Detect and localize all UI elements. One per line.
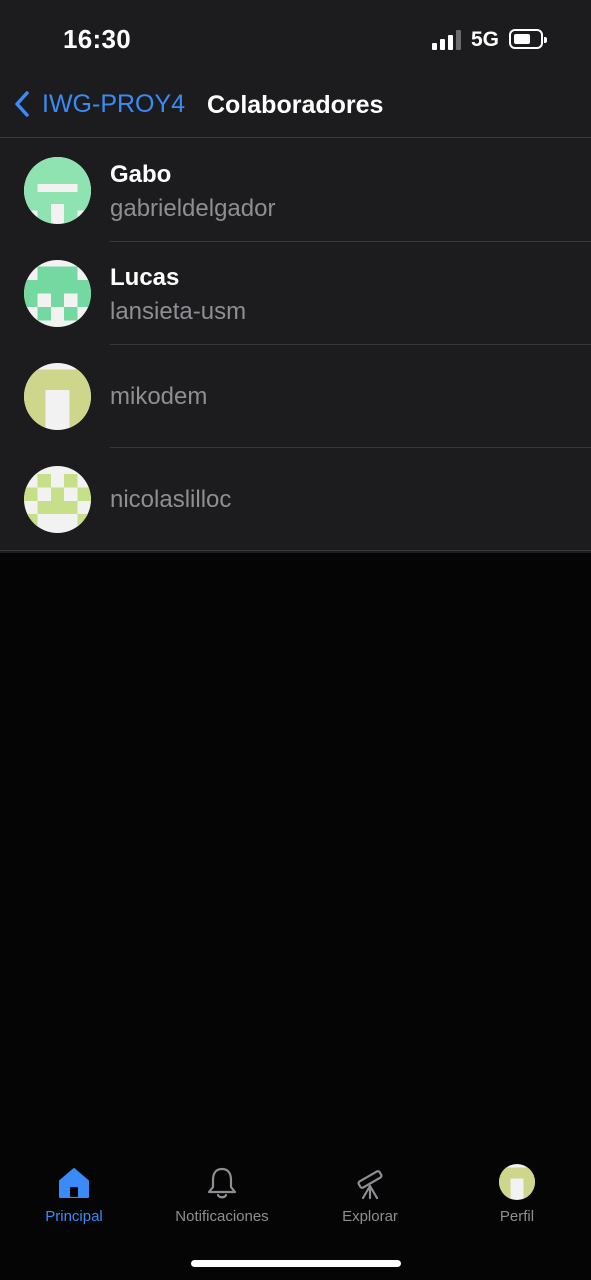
identicon-icon	[24, 157, 91, 224]
collaborator-row[interactable]: Gabo gabrieldelgador	[0, 139, 591, 242]
cellular-signal-icon	[432, 30, 462, 50]
tab-label: Perfil	[499, 1208, 535, 1225]
avatar	[24, 466, 91, 533]
avatar	[24, 157, 91, 224]
tab-label: Explorar	[342, 1208, 398, 1225]
collaborator-row[interactable]: Lucas lansieta-usm	[0, 242, 591, 345]
collaborator-login: gabrieldelgador	[110, 195, 276, 222]
home-icon	[59, 1168, 89, 1198]
navigation-bar: IWG-PROY4 Colaboradores	[0, 76, 591, 138]
status-time: 16:30	[63, 24, 131, 54]
back-button[interactable]: IWG-PROY4	[12, 84, 185, 124]
bell-icon	[207, 1167, 237, 1199]
back-button-label: IWG-PROY4	[42, 89, 186, 118]
identicon-icon	[24, 369, 91, 430]
tab-label: Notificaciones	[175, 1208, 269, 1225]
profile-avatar	[499, 1164, 535, 1200]
tab-label: Principal	[45, 1208, 103, 1225]
identicon-icon	[24, 266, 91, 321]
collaborator-login: mikodem	[110, 383, 208, 410]
collaborator-login: nicolaslilloc	[110, 486, 232, 513]
avatar	[24, 363, 91, 430]
home-indicator	[191, 1260, 401, 1267]
collaborator-row[interactable]: mikodem	[0, 345, 591, 448]
tab-notificaciones[interactable]: Notificaciones	[148, 1150, 296, 1240]
battery-icon	[509, 29, 547, 49]
network-type: 5G	[471, 28, 500, 51]
collaborator-name: Lucas	[110, 264, 180, 291]
tab-explorar[interactable]: Explorar	[296, 1150, 444, 1240]
collaborators-list: Gabo gabrieldelgador Lucas lansieta-usm	[0, 139, 591, 551]
collaborator-login: lansieta-usm	[110, 298, 247, 325]
status-bar: 16:30 5G	[0, 0, 591, 80]
page-title: Colaboradores	[207, 91, 384, 119]
chevron-left-icon	[15, 91, 29, 117]
collaborator-name: Gabo	[110, 161, 172, 188]
tab-principal[interactable]: Principal	[0, 1150, 148, 1240]
avatar	[24, 260, 91, 327]
tab-perfil[interactable]: Perfil	[443, 1150, 591, 1240]
collaborator-row[interactable]: nicolaslilloc	[0, 448, 591, 551]
telescope-icon	[357, 1170, 383, 1200]
identicon-icon	[24, 474, 91, 528]
